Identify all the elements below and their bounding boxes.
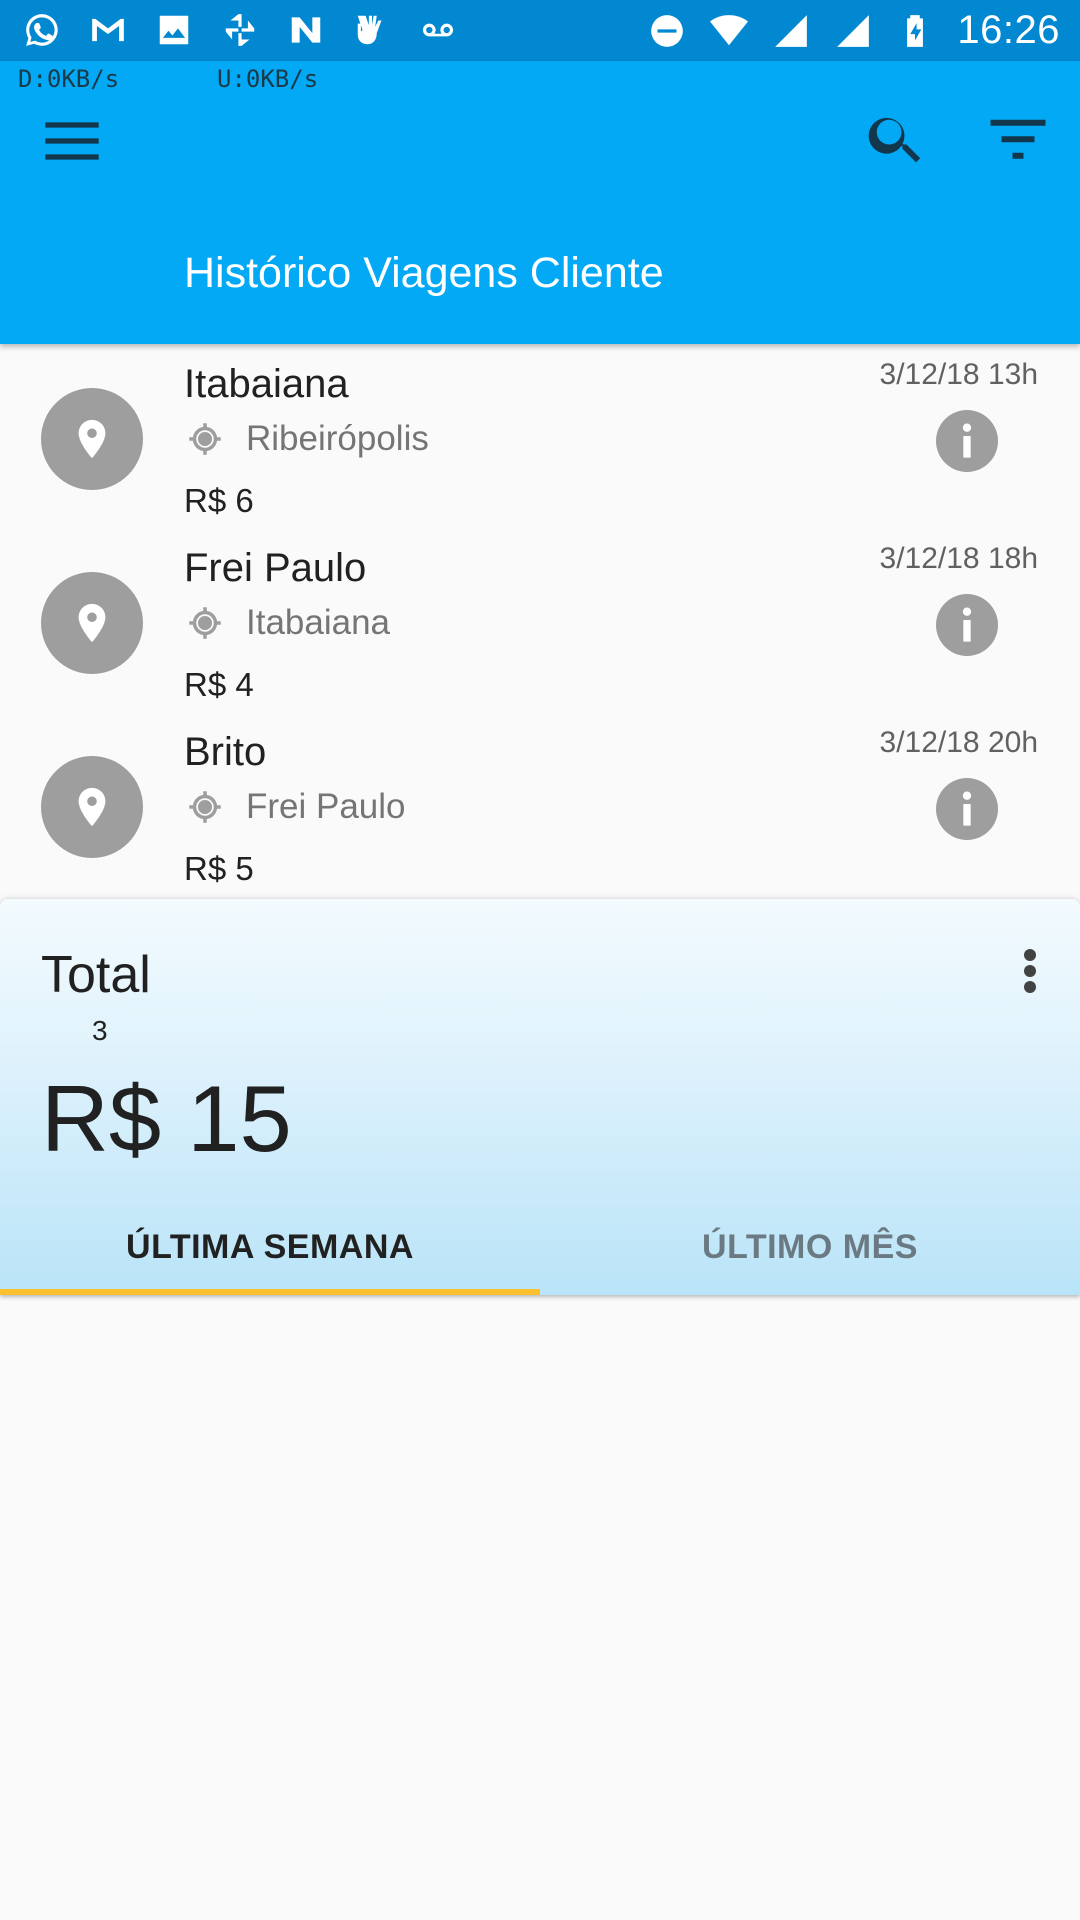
trip-list: Itabaiana Ribeirópolis R$ 6 3/12/18 13h … [0, 344, 1080, 896]
trip-date: 3/12/18 20h [879, 726, 1038, 759]
location-pin-icon [78, 419, 106, 459]
filter-icon [990, 119, 1046, 159]
more-options-button[interactable] [1008, 941, 1052, 1001]
tab-last-week[interactable]: ÚLTIMA SEMANA [0, 1199, 540, 1295]
trip-origin: Itabaiana [246, 603, 391, 642]
summary-card: Total 3 R$ 15 ÚLTIMA SEMANA ÚLTIMO MÊS [0, 899, 1080, 1295]
do-not-disturb-icon [647, 11, 687, 51]
total-amount: R$ 15 [41, 1066, 292, 1171]
summary-label: Total [41, 946, 151, 1004]
avatar [41, 388, 143, 490]
info-icon [962, 791, 972, 826]
n-app-icon [286, 10, 326, 50]
trip-destination: Itabaiana [184, 362, 349, 406]
my-location-icon [189, 423, 221, 455]
system-icons: 16:26 [647, 8, 1060, 53]
info-icon [962, 423, 972, 458]
search-icon [868, 117, 921, 163]
my-location-icon [189, 607, 221, 639]
gmail-icon [88, 10, 128, 50]
notification-icons [22, 10, 458, 50]
signal-icon [771, 11, 811, 51]
search-button[interactable] [856, 99, 936, 179]
trip-origin: Ribeirópolis [246, 419, 429, 458]
trip-origin-row: Itabaiana [184, 602, 390, 644]
download-speed: D:0KB/s [18, 65, 120, 93]
hamburger-menu-icon [45, 122, 99, 160]
battery-charging-icon [895, 11, 935, 51]
tab-last-month[interactable]: ÚLTIMO MÊS [540, 1199, 1080, 1295]
location-pin-icon [78, 603, 106, 643]
app-bar: D:0KB/s U:0KB/s Histórico Viagens Client… [0, 61, 1080, 344]
info-button[interactable] [936, 594, 998, 656]
list-item[interactable]: Itabaiana Ribeirópolis R$ 6 3/12/18 13h [0, 344, 1080, 528]
filter-button[interactable] [978, 99, 1058, 179]
trip-destination: Brito [184, 730, 267, 774]
signal-icon [833, 11, 873, 51]
trip-origin: Frei Paulo [246, 787, 406, 826]
period-tabs: ÚLTIMA SEMANA ÚLTIMO MÊS [0, 1199, 1080, 1295]
my-location-icon [189, 791, 221, 823]
info-button[interactable] [936, 778, 998, 840]
trip-origin-row: Ribeirópolis [184, 418, 429, 460]
trip-date: 3/12/18 13h [879, 358, 1038, 391]
location-pin-icon [78, 787, 106, 827]
trip-destination: Frei Paulo [184, 546, 367, 590]
page-title: Histórico Viagens Cliente [184, 249, 664, 297]
image-icon [154, 10, 194, 50]
upload-speed: U:0KB/s [217, 65, 319, 93]
status-bar: 16:26 [0, 0, 1080, 61]
menu-button[interactable] [32, 101, 112, 181]
trip-price: R$ 6 [184, 482, 254, 519]
avatar [41, 572, 143, 674]
trip-count: 3 [92, 1015, 108, 1046]
trip-date: 3/12/18 18h [879, 542, 1038, 575]
trip-price: R$ 5 [184, 850, 254, 887]
list-item[interactable]: Frei Paulo Itabaiana R$ 4 3/12/18 18h [0, 528, 1080, 712]
trip-price: R$ 4 [184, 666, 254, 703]
wifi-icon [709, 11, 749, 51]
more-vert-icon [1024, 949, 1036, 993]
avatar [41, 756, 143, 858]
clock: 16:26 [957, 8, 1060, 52]
info-icon [962, 607, 972, 642]
list-item[interactable]: Brito Frei Paulo R$ 5 3/12/18 20h [0, 712, 1080, 896]
whatsapp-icon [22, 10, 62, 50]
voicemail-icon [418, 10, 458, 50]
pinwheel-icon [220, 10, 260, 50]
hand-icon [352, 10, 392, 50]
trip-origin-row: Frei Paulo [184, 786, 406, 828]
info-button[interactable] [936, 410, 998, 472]
